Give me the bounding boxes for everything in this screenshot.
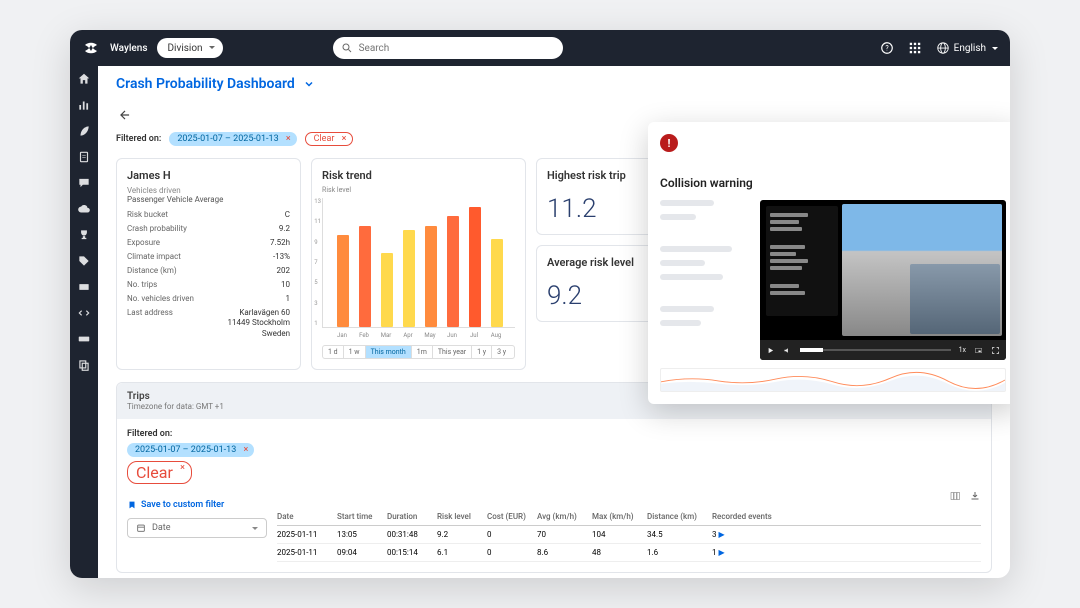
search-input[interactable] bbox=[359, 43, 555, 54]
driver-name: James H bbox=[127, 169, 290, 182]
save-filter-button[interactable]: Save to custom filter bbox=[127, 500, 267, 510]
download-icon[interactable] bbox=[969, 490, 981, 502]
range-option[interactable]: 1 w bbox=[344, 346, 366, 358]
document-icon[interactable] bbox=[77, 150, 91, 164]
range-option[interactable]: 1m bbox=[412, 346, 433, 358]
close-icon[interactable]: × bbox=[286, 134, 291, 144]
trips-table: DateStart timeDurationRisk levelCost (EU… bbox=[277, 490, 981, 562]
risk-trend-card: Risk trend Risk level 131197531 JanFebMa… bbox=[311, 158, 526, 370]
card-icon[interactable] bbox=[77, 280, 91, 294]
pip-icon[interactable] bbox=[974, 346, 983, 355]
popup-skeleton bbox=[660, 200, 750, 360]
analytics-icon[interactable] bbox=[77, 98, 91, 112]
chart-bar bbox=[469, 207, 481, 327]
chart-bar bbox=[491, 239, 503, 327]
sidebar bbox=[70, 66, 98, 578]
highest-risk-value: 11.2 bbox=[547, 194, 645, 224]
brand-name: Waylens bbox=[110, 43, 147, 54]
video-controls[interactable]: 1x bbox=[760, 340, 1006, 360]
stat-row: Exposure7.52h bbox=[127, 238, 290, 247]
ad-icon[interactable] bbox=[77, 332, 91, 346]
filter-label: Filtered on: bbox=[116, 134, 161, 144]
video-hud bbox=[766, 206, 838, 316]
close-icon[interactable]: × bbox=[342, 134, 347, 144]
code-icon[interactable] bbox=[77, 306, 91, 320]
table-row[interactable]: 2025-01-1109:0400:15:146.108.6481.61 ▶ bbox=[277, 544, 981, 562]
search-icon bbox=[341, 42, 353, 54]
language-selector[interactable]: English bbox=[936, 41, 998, 55]
video-speed[interactable]: 1x bbox=[959, 346, 966, 354]
range-option[interactable]: 1 d bbox=[323, 346, 344, 358]
stat-row: Climate impact-13% bbox=[127, 252, 290, 261]
stat-row: Crash probability9.2 bbox=[127, 224, 290, 233]
driver-card: James H Vehicles driven Passenger Vehicl… bbox=[116, 158, 301, 370]
stat-row: No. trips10 bbox=[127, 280, 290, 289]
copy-icon[interactable] bbox=[77, 358, 91, 372]
video-player[interactable]: 1x bbox=[760, 200, 1006, 360]
chat-icon[interactable] bbox=[77, 176, 91, 190]
range-option[interactable]: 3 y bbox=[492, 346, 511, 358]
avg-risk-card: Average risk level 9.2 bbox=[536, 245, 656, 322]
table-row[interactable]: 2025-01-1113:0500:31:489.207010434.53 ▶ bbox=[277, 526, 981, 544]
chart-bar bbox=[381, 253, 393, 327]
topbar: Waylens Division ? English bbox=[70, 30, 1010, 66]
bookmark-icon bbox=[127, 500, 137, 510]
clear-button[interactable]: Clear× bbox=[127, 461, 192, 484]
chart-bar bbox=[403, 230, 415, 327]
collision-warning-popup: ! Collision warning bbox=[648, 122, 1010, 404]
columns-icon[interactable] bbox=[949, 490, 961, 502]
search-box[interactable] bbox=[333, 37, 563, 59]
stat-row: Risk bucketC bbox=[127, 210, 290, 219]
tag-icon[interactable] bbox=[77, 254, 91, 268]
range-option[interactable]: This year bbox=[433, 346, 472, 358]
risk-bar-chart: 131197531 bbox=[322, 198, 515, 328]
home-icon[interactable] bbox=[77, 72, 91, 86]
play-icon[interactable] bbox=[766, 346, 775, 355]
stat-row: No. vehicles driven1 bbox=[127, 294, 290, 303]
trips-section: Trips Timezone for data: GMT +1 Filtered… bbox=[116, 382, 992, 573]
filter-chip-daterange[interactable]: 2025-01-07 – 2025-01-13× bbox=[169, 132, 296, 146]
volume-icon[interactable] bbox=[783, 346, 792, 355]
time-range-selector[interactable]: 1 d1 wThis month1mThis year1 y3 y bbox=[322, 345, 515, 359]
close-icon[interactable]: × bbox=[180, 463, 185, 473]
chart-bar bbox=[337, 235, 349, 327]
fullscreen-icon[interactable] bbox=[991, 346, 1000, 355]
help-icon[interactable]: ? bbox=[880, 41, 894, 55]
stat-row: Distance (km)202 bbox=[127, 266, 290, 275]
cloud-icon[interactable] bbox=[77, 202, 91, 216]
highest-risk-card: Highest risk trip 11.2 bbox=[536, 158, 656, 235]
division-selector[interactable]: Division bbox=[157, 38, 222, 58]
date-picker[interactable]: Date bbox=[127, 518, 267, 538]
close-icon[interactable]: × bbox=[243, 445, 248, 455]
chart-bar bbox=[447, 216, 459, 327]
leaf-icon[interactable] bbox=[77, 124, 91, 138]
range-option[interactable]: 1 y bbox=[472, 346, 492, 358]
clear-button[interactable]: Clear× bbox=[305, 132, 354, 146]
brand-logo bbox=[82, 39, 100, 57]
calendar-icon bbox=[136, 523, 146, 533]
chart-bar bbox=[425, 226, 437, 327]
play-icon[interactable]: ▶ bbox=[718, 530, 724, 539]
video-cabin-view bbox=[910, 264, 1000, 334]
trophy-icon[interactable] bbox=[77, 228, 91, 242]
apps-grid-icon[interactable] bbox=[908, 41, 922, 55]
driver-address: Karlavägen 6011449 StockholmSweden bbox=[228, 308, 291, 339]
avg-risk-value: 9.2 bbox=[547, 281, 645, 311]
play-icon[interactable]: ▶ bbox=[718, 548, 724, 557]
range-option[interactable]: This month bbox=[366, 346, 412, 358]
video-progress[interactable] bbox=[800, 349, 951, 351]
svg-text:?: ? bbox=[885, 44, 889, 52]
chevron-down-icon[interactable] bbox=[303, 78, 315, 90]
page-title: Crash Probability Dashboard bbox=[116, 76, 295, 92]
filter-chip-daterange[interactable]: 2025-01-07 – 2025-01-13× bbox=[127, 443, 254, 457]
chart-bar bbox=[359, 226, 371, 327]
back-button[interactable] bbox=[116, 106, 134, 124]
globe-icon bbox=[936, 41, 950, 55]
popup-title: Collision warning bbox=[660, 176, 753, 190]
warning-icon: ! bbox=[660, 134, 678, 152]
sparkline-chart bbox=[660, 368, 1006, 392]
